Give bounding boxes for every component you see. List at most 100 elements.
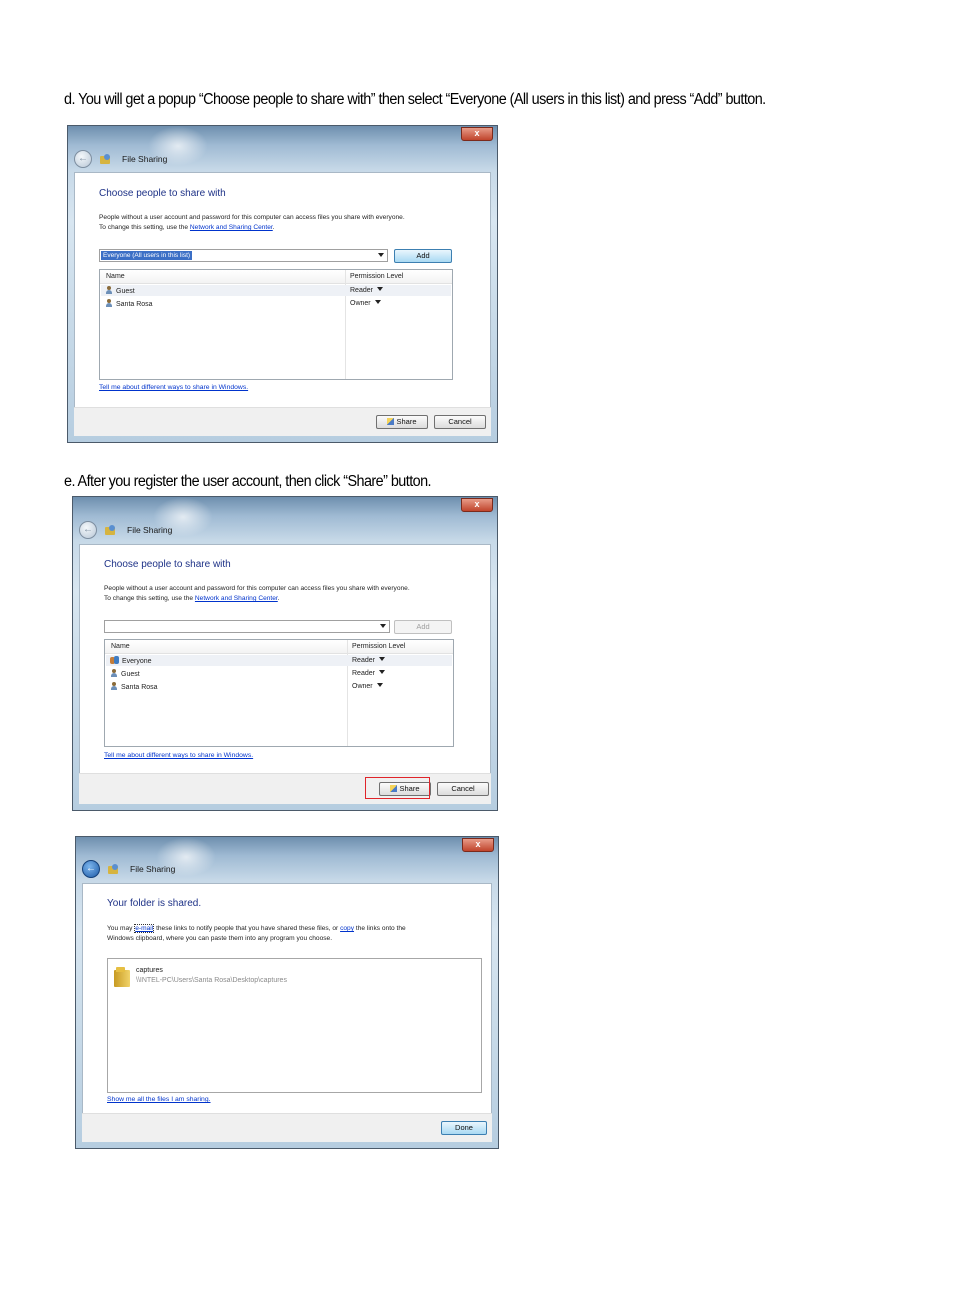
dialog-footer: Share Cancel — [74, 407, 491, 436]
permission-value: Owner — [350, 300, 371, 307]
info-text-prefix: To change this setting, use the — [99, 224, 189, 231]
user-permission-list: Name Permission Level Guest Reader Santa… — [99, 269, 453, 380]
combo-selected-value: Everyone (All users in this list) — [101, 251, 193, 260]
window-title: File Sharing — [122, 154, 168, 164]
info-text-line1: People without a user account and passwo… — [99, 214, 405, 221]
share-label: Share — [396, 417, 417, 426]
info-text-line2: Windows clipboard, where you can paste t… — [107, 935, 333, 942]
close-button[interactable]: x — [461, 127, 493, 141]
info-text-prefix: To change this setting, use the — [104, 595, 194, 602]
user-permission-list: Name Permission Level Everyone Reader Gu… — [104, 639, 454, 747]
folder-name[interactable]: captures — [136, 966, 163, 976]
cancel-button[interactable]: Cancel — [437, 782, 489, 796]
content-area: Your folder is shared. You may e-mail th… — [82, 883, 492, 1118]
shield-icon — [387, 418, 395, 425]
chevron-down-icon — [376, 287, 383, 291]
page-heading: Choose people to share with — [104, 559, 231, 570]
list-item-user[interactable]: Santa Rosa — [106, 299, 153, 310]
highlight-box — [365, 777, 430, 799]
column-header-name[interactable]: Name — [111, 642, 130, 652]
user-name: Santa Rosa — [116, 301, 153, 308]
list-item-user[interactable]: Everyone — [110, 656, 152, 667]
back-arrow-icon[interactable]: ← — [79, 521, 97, 539]
chevron-down-icon[interactable] — [378, 253, 384, 257]
close-button[interactable]: x — [461, 498, 493, 512]
step-d-caption: d. You will get a popup “Choose people t… — [64, 91, 766, 108]
content-area: Choose people to share with People witho… — [79, 544, 491, 776]
copy-link[interactable]: copy — [340, 925, 354, 932]
permission-value: Reader — [352, 670, 375, 677]
list-item-user[interactable]: Santa Rosa — [111, 682, 158, 693]
back-arrow-icon[interactable]: ← — [82, 860, 100, 878]
email-link[interactable]: e-mail — [134, 924, 155, 933]
folder-icon — [114, 967, 130, 987]
file-sharing-icon — [108, 864, 120, 874]
page-heading: Choose people to share with — [99, 188, 226, 199]
shared-items-list: captures \\INTEL-PC\Users\Santa Rosa\Des… — [107, 958, 482, 1093]
info-text-line1: People without a user account and passwo… — [104, 585, 410, 592]
dialog-choose-people-d: x ← File Sharing Choose people to share … — [67, 125, 498, 443]
group-icon — [110, 656, 119, 664]
add-button[interactable]: Add — [394, 249, 452, 263]
permission-value: Reader — [350, 287, 373, 294]
back-arrow-icon[interactable]: ← — [74, 150, 92, 168]
chevron-down-icon — [374, 300, 381, 304]
network-sharing-center-link[interactable]: Network and Sharing Center — [195, 595, 278, 602]
dialog-folder-shared: x ← File Sharing Your folder is shared. … — [75, 836, 499, 1149]
dialog-footer: Share Cancel — [79, 773, 491, 804]
close-button[interactable]: x — [462, 838, 494, 852]
add-button[interactable]: Add — [394, 620, 452, 634]
info-text-line2: To change this setting, use the Network … — [99, 223, 275, 233]
info-text-suffix: the links onto the — [355, 925, 406, 932]
user-icon — [106, 286, 112, 294]
column-header-permission[interactable]: Permission Level — [352, 642, 405, 652]
network-sharing-center-link[interactable]: Network and Sharing Center — [190, 224, 273, 231]
help-link[interactable]: Tell me about different ways to share in… — [104, 752, 253, 759]
user-name: Guest — [121, 671, 140, 678]
show-shared-files-link[interactable]: Show me all the files I am sharing. — [107, 1096, 211, 1103]
file-sharing-icon — [105, 525, 117, 535]
info-text-suffix: . — [272, 224, 275, 231]
column-header-name[interactable]: Name — [106, 272, 125, 282]
permission-value: Reader — [352, 657, 375, 664]
list-item-user[interactable]: Guest — [111, 669, 140, 680]
user-icon — [111, 682, 117, 690]
step-e-caption: e. After you register the user account, … — [64, 473, 432, 490]
user-name: Everyone — [122, 658, 152, 665]
page-heading: Your folder is shared. — [107, 898, 202, 909]
list-item-user[interactable]: Guest — [106, 286, 135, 297]
info-text-line2: To change this setting, use the Network … — [104, 594, 280, 604]
user-name: Santa Rosa — [121, 684, 158, 691]
permission-dropdown[interactable]: Owner — [350, 299, 381, 309]
window-title: File Sharing — [127, 525, 173, 535]
content-area: Choose people to share with People witho… — [74, 172, 491, 409]
user-icon — [106, 299, 112, 307]
window-title: File Sharing — [130, 864, 176, 874]
info-text-middle: these links to notify people that you ha… — [156, 925, 339, 932]
permission-dropdown[interactable]: Reader — [352, 669, 385, 679]
column-header-permission[interactable]: Permission Level — [350, 272, 403, 282]
info-text-line1: You may e-mail these links to notify peo… — [107, 924, 406, 934]
chevron-down-icon[interactable] — [380, 624, 386, 628]
user-select-combobox[interactable] — [104, 620, 390, 633]
cancel-button[interactable]: Cancel — [434, 415, 486, 429]
folder-path[interactable]: \\INTEL-PC\Users\Santa Rosa\Desktop\capt… — [136, 976, 287, 986]
user-name: Guest — [116, 288, 135, 295]
dialog-choose-people-e: x ← File Sharing Choose people to share … — [72, 496, 498, 811]
info-text-suffix: . — [277, 595, 280, 602]
help-link[interactable]: Tell me about different ways to share in… — [99, 384, 248, 391]
permission-dropdown[interactable]: Reader — [352, 656, 385, 666]
permission-value: Owner — [352, 683, 373, 690]
permission-dropdown[interactable]: Owner — [352, 682, 383, 692]
file-sharing-icon — [100, 154, 112, 164]
share-button[interactable]: Share — [376, 415, 428, 429]
chevron-down-icon — [376, 683, 383, 687]
info-text-prefix: You may — [107, 925, 133, 932]
user-icon — [111, 669, 117, 677]
chevron-down-icon — [378, 657, 385, 661]
done-button[interactable]: Done — [441, 1121, 487, 1135]
user-select-combobox[interactable]: Everyone (All users in this list) — [99, 249, 388, 262]
chevron-down-icon — [378, 670, 385, 674]
dialog-footer: Done — [82, 1113, 492, 1142]
permission-dropdown[interactable]: Reader — [350, 286, 383, 296]
